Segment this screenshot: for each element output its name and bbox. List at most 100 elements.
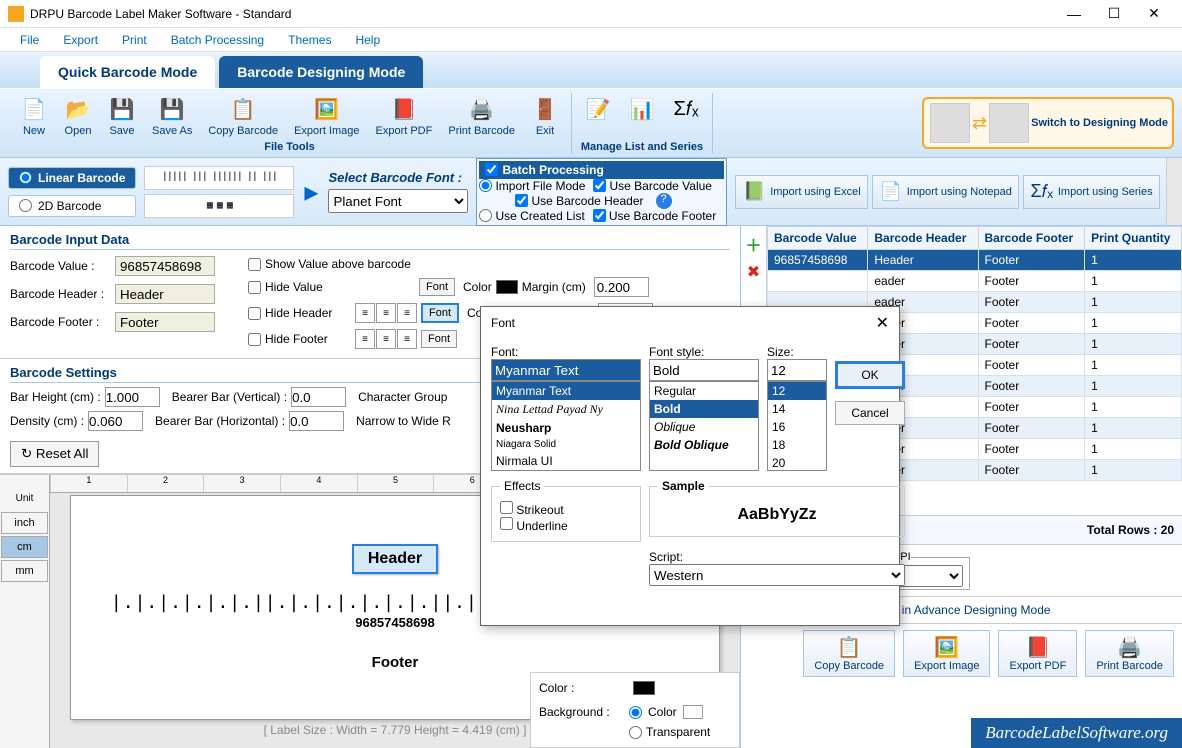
style-option[interactable]: Bold — [650, 400, 758, 418]
barcode-header-input[interactable] — [115, 284, 215, 304]
ribbon-copy[interactable]: 📋Copy Barcode — [200, 93, 286, 139]
ribbon-manage-3[interactable]: Σ𝑓ₓ — [664, 93, 708, 125]
export-image-button[interactable]: 🖼️Export Image — [903, 630, 990, 677]
use-header-check[interactable]: Use Barcode Header — [515, 194, 643, 208]
delete-row-icon[interactable]: ✖ — [747, 262, 760, 282]
ribbon-open[interactable]: 📂Open — [56, 93, 100, 139]
font-style-input[interactable] — [649, 359, 759, 381]
col-qty[interactable]: Print Quantity — [1085, 227, 1182, 250]
script-select[interactable]: Western — [649, 564, 905, 586]
print-barcode-button[interactable]: 🖨️Print Barcode — [1085, 630, 1174, 677]
footer-font-button[interactable]: Font — [421, 330, 457, 348]
close-button[interactable]: ✕ — [1134, 2, 1174, 26]
cancel-button[interactable]: Cancel — [835, 401, 905, 425]
tab-design-mode[interactable]: Barcode Designing Mode — [219, 56, 423, 88]
vertical-scrollbar[interactable] — [1166, 158, 1182, 225]
ribbon-saveas[interactable]: 💾Save As — [144, 93, 200, 139]
show-value-check[interactable] — [248, 258, 261, 271]
dialog-close-icon[interactable]: ✕ — [876, 313, 889, 333]
ribbon-new[interactable]: 📄New — [12, 93, 56, 139]
menu-batch[interactable]: Batch Processing — [159, 29, 276, 51]
bg-color-swatch[interactable] — [683, 705, 703, 719]
value-color-picker[interactable] — [496, 280, 518, 294]
maximize-button[interactable]: ☐ — [1094, 2, 1134, 26]
col-header[interactable]: Barcode Header — [868, 227, 978, 250]
underline-check[interactable]: Underline — [500, 517, 632, 533]
reset-button[interactable]: ↻ Reset All — [10, 441, 99, 467]
ribbon-export-image[interactable]: 🖼️Export Image — [286, 93, 367, 139]
font-size-input[interactable] — [767, 359, 827, 381]
switch-mode-button[interactable]: ⇄ Switch to Designing Mode — [922, 97, 1174, 149]
bbv-input[interactable] — [291, 387, 346, 407]
style-option[interactable]: Bold Oblique — [650, 436, 758, 454]
ribbon-manage-2[interactable]: 📊 — [620, 93, 664, 125]
tab-quick-mode[interactable]: Quick Barcode Mode — [40, 56, 215, 88]
font-option[interactable]: Myanmar Text — [492, 382, 640, 400]
size-option[interactable]: 16 — [768, 418, 826, 436]
style-list[interactable]: Regular Bold Oblique Bold Oblique — [649, 381, 759, 471]
ribbon-print[interactable]: 🖨️Print Barcode — [440, 93, 523, 139]
value-font-button[interactable]: Font — [419, 278, 455, 296]
use-value-check[interactable]: Use Barcode Value — [593, 179, 712, 193]
font-option[interactable]: Nirmala UI — [492, 452, 640, 470]
size-option[interactable]: 12 — [768, 382, 826, 400]
ribbon-save[interactable]: 💾Save — [100, 93, 144, 139]
size-option[interactable]: 20 — [768, 454, 826, 471]
created-list-radio[interactable]: Use Created List — [479, 209, 584, 223]
minimize-button[interactable]: — — [1054, 2, 1094, 26]
unit-mm[interactable]: mm — [1, 560, 48, 582]
menu-themes[interactable]: Themes — [276, 29, 343, 51]
col-footer[interactable]: Barcode Footer — [978, 227, 1085, 250]
size-option[interactable]: 18 — [768, 436, 826, 454]
ribbon-manage-1[interactable]: 📝 — [576, 93, 620, 125]
bg-color-radio[interactable] — [629, 706, 642, 719]
density-input[interactable] — [88, 411, 143, 431]
style-option[interactable]: Regular — [650, 382, 758, 400]
export-pdf-button[interactable]: 📕Export PDF — [998, 630, 1077, 677]
barcode-footer-input[interactable] — [115, 312, 215, 332]
ok-button[interactable]: OK — [835, 361, 905, 389]
hide-value-check[interactable] — [248, 281, 261, 294]
import-excel-button[interactable]: 📗Import using Excel — [735, 175, 867, 209]
font-option[interactable]: Niagara Solid — [492, 437, 640, 452]
style-option[interactable]: Oblique — [650, 418, 758, 436]
2d-barcode-option[interactable]: 2D Barcode — [8, 195, 136, 217]
bbh-input[interactable] — [289, 411, 344, 431]
font-option[interactable]: Nina Lettad Payad Ny — [492, 400, 640, 419]
add-row-icon[interactable]: ＋ — [745, 232, 761, 256]
help-icon[interactable]: ? — [656, 193, 672, 209]
strikeout-check[interactable]: Strikeout — [500, 501, 632, 517]
use-footer-check[interactable]: Use Barcode Footer — [593, 209, 716, 223]
gen-color-picker[interactable] — [633, 681, 655, 695]
barcode-font-select[interactable]: Planet Font — [328, 189, 468, 213]
size-option[interactable]: 14 — [768, 400, 826, 418]
unit-cm[interactable]: cm — [1, 536, 48, 558]
batch-checkbox[interactable] — [485, 163, 498, 176]
linear-barcode-option[interactable]: Linear Barcode — [8, 167, 136, 189]
size-list[interactable]: 12 14 16 18 20 22 24 — [767, 381, 827, 471]
table-row[interactable]: eaderFooter1 — [768, 271, 1182, 292]
import-series-button[interactable]: Σ𝑓ₓImport using Series — [1023, 175, 1160, 209]
col-value[interactable]: Barcode Value — [768, 227, 868, 250]
menu-export[interactable]: Export — [51, 29, 110, 51]
preview-header[interactable]: Header — [352, 544, 438, 574]
ribbon-export-pdf[interactable]: 📕Export PDF — [368, 93, 441, 139]
copy-barcode-button[interactable]: 📋Copy Barcode — [803, 630, 895, 677]
menu-help[interactable]: Help — [343, 29, 392, 51]
import-mode-radio[interactable]: Import File Mode — [479, 179, 585, 193]
hide-header-check[interactable] — [248, 307, 261, 320]
font-option[interactable]: Neusharp — [492, 419, 640, 437]
barcode-value-input[interactable] — [115, 256, 215, 276]
value-margin-input[interactable] — [594, 277, 649, 297]
menu-file[interactable]: File — [8, 29, 51, 51]
hide-footer-check[interactable] — [248, 333, 261, 346]
table-row[interactable]: 96857458698HeaderFooter1 — [768, 250, 1182, 271]
import-notepad-button[interactable]: 📄Import using Notepad — [872, 175, 1019, 209]
align-left[interactable]: ≡ — [355, 303, 375, 323]
menu-print[interactable]: Print — [110, 29, 159, 51]
unit-inch[interactable]: inch — [1, 512, 48, 534]
header-font-button[interactable]: Font — [421, 303, 459, 323]
bar-height-input[interactable] — [105, 387, 160, 407]
align-right[interactable]: ≡ — [397, 303, 417, 323]
align-center[interactable]: ≡ — [376, 303, 396, 323]
